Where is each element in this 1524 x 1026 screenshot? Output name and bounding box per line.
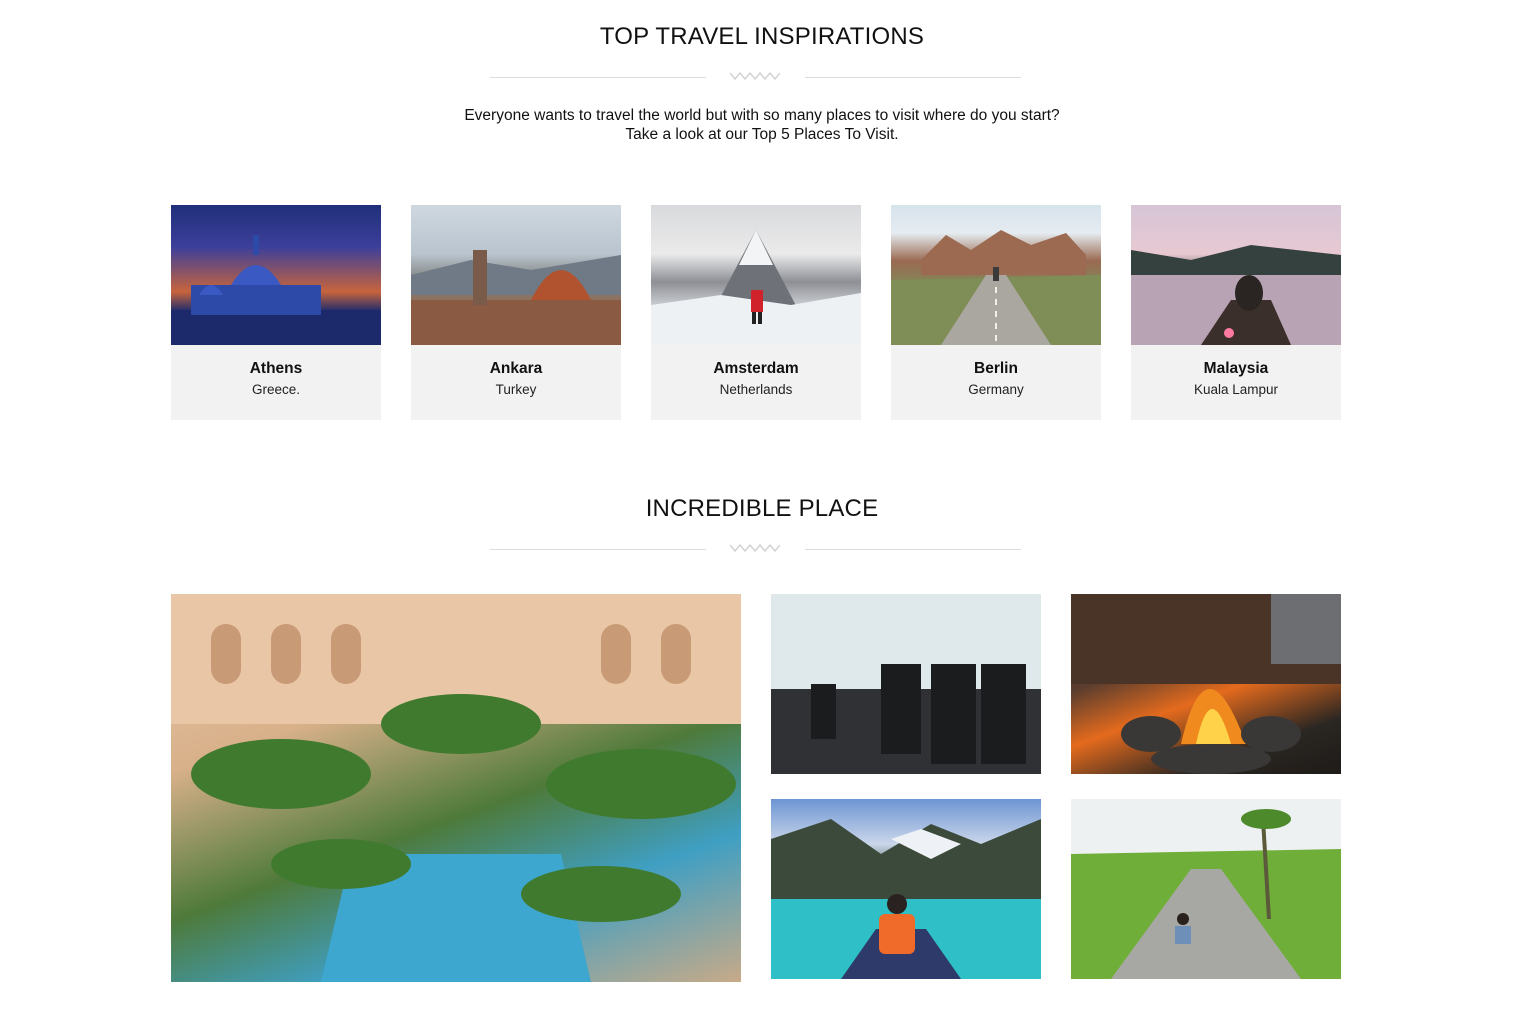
wave-ornament-icon xyxy=(730,71,780,81)
title-divider xyxy=(490,71,1021,85)
title-divider xyxy=(490,543,1021,557)
destination-photo xyxy=(171,205,381,345)
destination-photo xyxy=(1131,205,1341,345)
wave-ornament-icon xyxy=(730,543,780,553)
destination-country: Kuala Lampur xyxy=(1193,382,1279,397)
destination-card-malaysia[interactable]: Malaysia Kuala Lampur xyxy=(1131,205,1341,420)
destination-name: Malaysia xyxy=(1203,360,1269,377)
destination-card-berlin[interactable]: Berlin Germany xyxy=(891,205,1101,420)
destination-name: Amsterdam xyxy=(713,360,799,377)
destination-card-ankara[interactable]: Ankara Turkey xyxy=(411,205,621,420)
gallery-image-hotel-pool[interactable] xyxy=(171,594,741,982)
gallery-image-tropical-road[interactable] xyxy=(1071,799,1341,979)
intro-text: Everyone wants to travel the world but w… xyxy=(0,106,1524,144)
intro-line-1: Everyone wants to travel the world but w… xyxy=(464,107,1060,124)
gallery-image-lake-kayak[interactable] xyxy=(771,799,1041,979)
intro-line-2: Take a look at our Top 5 Places To Visit… xyxy=(625,126,899,143)
destination-photo xyxy=(411,205,621,345)
destination-photo xyxy=(651,205,861,345)
destination-name: Ankara xyxy=(489,360,543,377)
destination-name: Athens xyxy=(249,360,303,377)
section-title-incredible-place: INCREDIBLE PLACE xyxy=(645,495,879,522)
gallery-image-campfire[interactable] xyxy=(1071,594,1341,774)
destination-country: Turkey xyxy=(495,382,537,397)
destination-country: Netherlands xyxy=(719,382,793,397)
destination-card-amsterdam[interactable]: Amsterdam Netherlands xyxy=(651,205,861,420)
destination-country: Germany xyxy=(968,382,1024,397)
gallery-image-gym[interactable] xyxy=(771,594,1041,774)
section-title-top-travel: TOP TRAVEL INSPIRATIONS xyxy=(599,23,925,50)
destination-country: Greece. xyxy=(251,382,301,397)
destination-name: Berlin xyxy=(974,360,1018,377)
destination-card-athens[interactable]: Athens Greece. xyxy=(171,205,381,420)
destination-photo xyxy=(891,205,1101,345)
